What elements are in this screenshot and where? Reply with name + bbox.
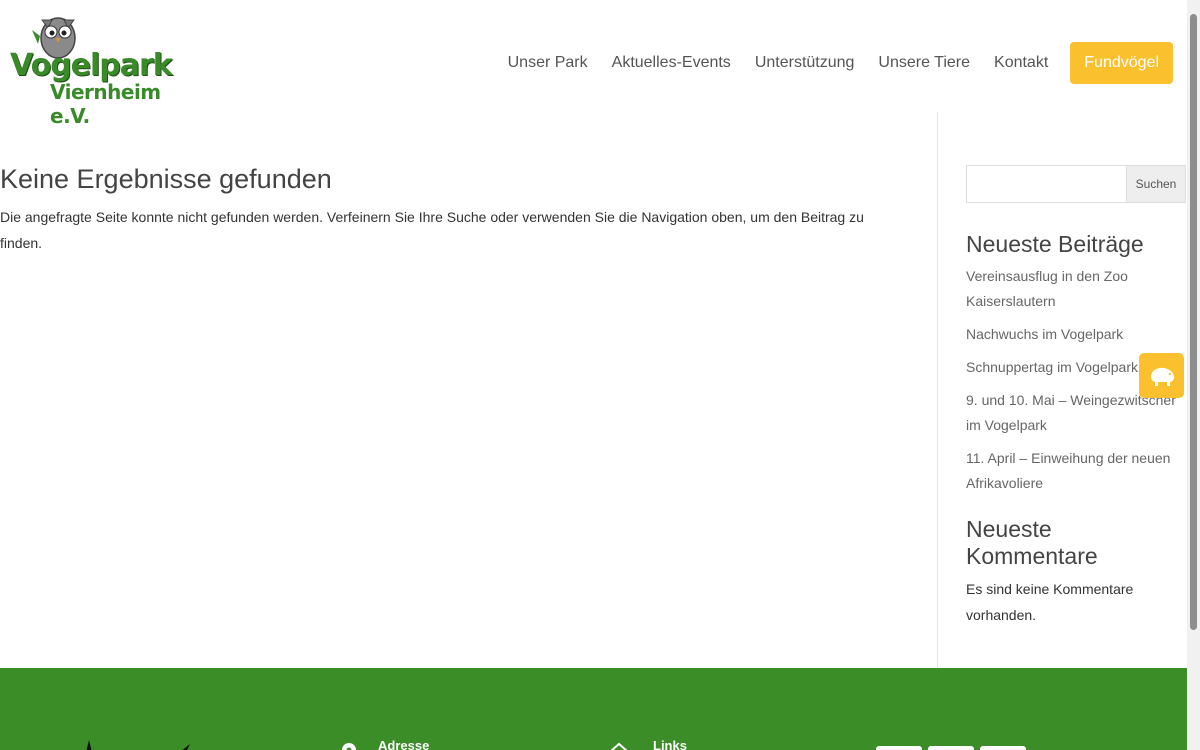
recent-post-link[interactable]: Vereinsausflug in den Zoo Kaiserslautern: [966, 264, 1188, 314]
recent-comments-title: Neueste Kommentare: [966, 516, 1098, 569]
footer-social-button[interactable]: [928, 746, 974, 750]
nav-item-unser-park[interactable]: Unser Park: [508, 54, 588, 72]
main-content: Keine Ergebnisse gefunden Die angefragte…: [0, 112, 938, 668]
nav-item-unsere-tiere[interactable]: Unsere Tiere: [878, 54, 970, 72]
site-logo[interactable]: Vogelpark Viernheim e.V.: [6, 8, 196, 128]
site-header: Vogelpark Viernheim e.V. Unser Park Aktu…: [0, 0, 1187, 128]
home-icon: [610, 742, 628, 750]
search-input[interactable]: [966, 165, 1126, 203]
scrollbar-thumb[interactable]: [1190, 14, 1197, 630]
nav-item-kontakt[interactable]: Kontakt: [994, 54, 1048, 72]
recent-comments-text: Es sind keine Kommentare vorhanden.: [966, 581, 1134, 623]
search-button[interactable]: Suchen: [1126, 165, 1186, 203]
recent-post-link[interactable]: 11. April – Einweihung der neuen Afrikav…: [966, 446, 1188, 496]
floating-bird-button[interactable]: [1139, 353, 1184, 398]
location-pin-icon: [342, 743, 356, 750]
bird-icon: [1150, 367, 1174, 386]
recent-posts-title: Neueste Beiträge: [966, 231, 1144, 257]
nav-item-aktuelles-events[interactable]: Aktuelles-Events: [612, 54, 731, 72]
main-nav: Unser Park Aktuelles-Events Unterstützun…: [484, 42, 1173, 84]
page-title: Keine Ergebnisse gefunden: [0, 164, 332, 194]
nav-item-unterstuetzung[interactable]: Unterstützung: [755, 54, 855, 72]
recent-post-link[interactable]: Nachwuchs im Vogelpark: [966, 322, 1188, 347]
not-found-message: Die angefragte Seite konnte nicht gefund…: [0, 209, 864, 251]
footer-links-heading: Links: [653, 738, 687, 750]
page-scrollbar[interactable]: [1187, 0, 1200, 750]
footer-address-heading: Adresse: [378, 738, 430, 750]
site-footer: Adresse Links: [0, 668, 1187, 750]
footer-social-button[interactable]: [980, 746, 1026, 750]
footer-bird-logo-icon: [86, 740, 190, 750]
fundvoegel-button[interactable]: Fundvögel: [1070, 42, 1173, 84]
logo-title: Vogelpark: [10, 48, 173, 83]
search-form: Suchen: [966, 165, 1188, 203]
footer-social-button[interactable]: [876, 746, 922, 750]
